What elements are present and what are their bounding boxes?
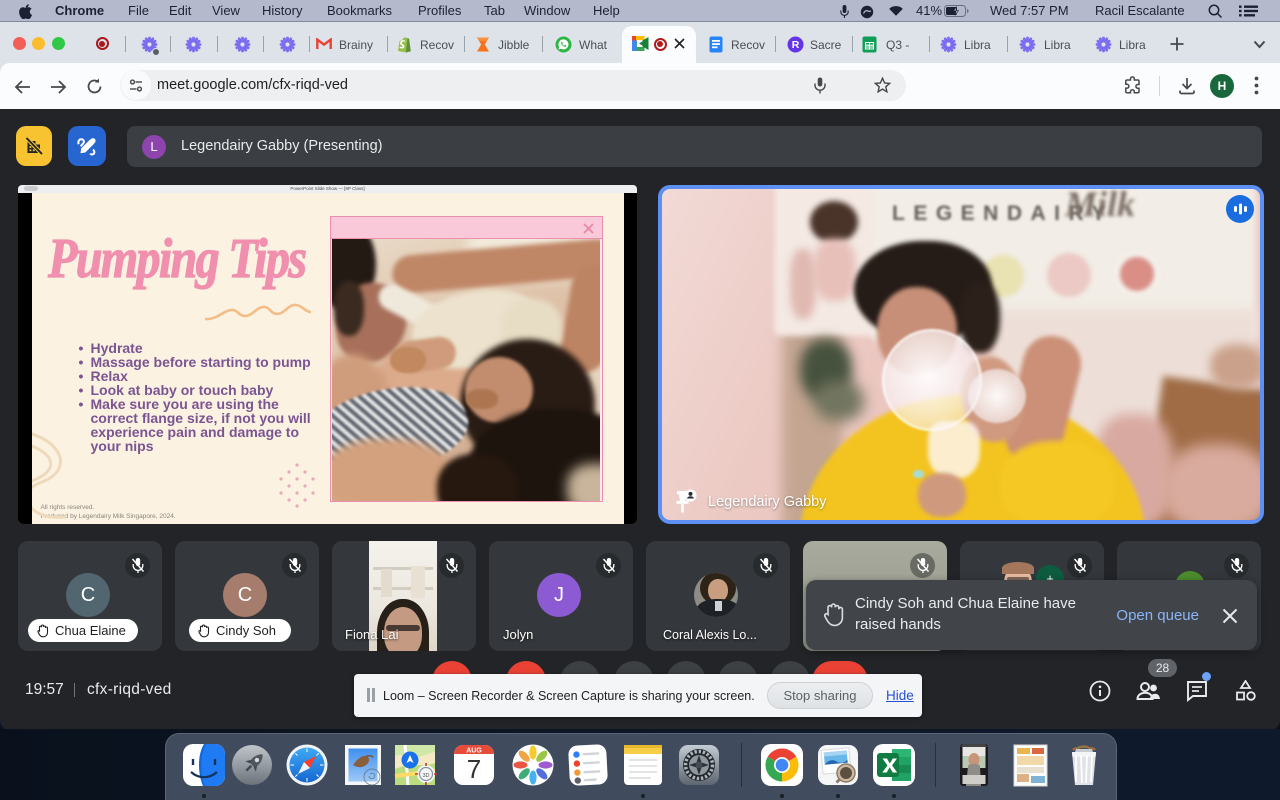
svg-text:7: 7 [467, 754, 481, 784]
svg-text:3D: 3D [422, 773, 429, 779]
svg-text:R: R [792, 39, 800, 51]
